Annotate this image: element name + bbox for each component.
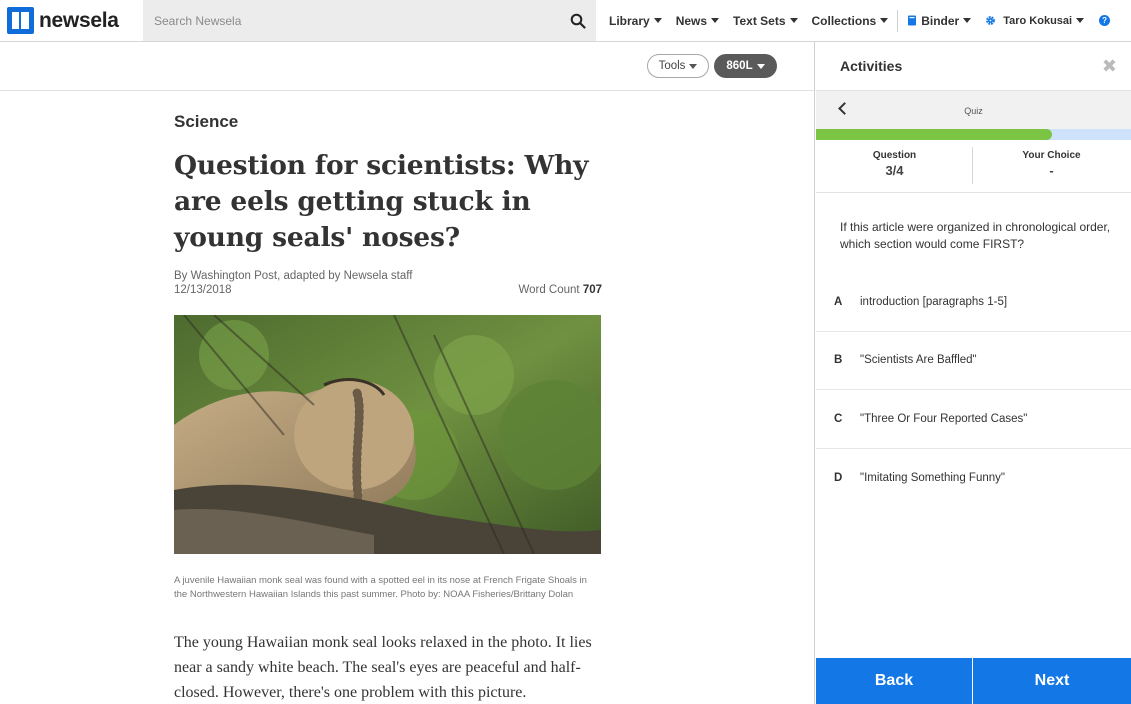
logo-text: newsela: [39, 8, 119, 32]
answer-text: introduction [paragraphs 1-5]: [860, 295, 1008, 308]
search-input[interactable]: [154, 13, 534, 28]
word-count-value: 707: [582, 284, 602, 296]
chevron-down-icon: [711, 18, 720, 23]
answer-text: "Scientists Are Baffled": [860, 354, 977, 367]
quiz-header: Quiz: [816, 91, 1131, 129]
top-navigation-bar: newsela Library News Text Sets Collectio…: [0, 0, 1131, 42]
nav-collections-label: Collections: [811, 13, 877, 28]
answer-text: "Three Or Four Reported Cases": [860, 412, 1028, 425]
nav-library[interactable]: Library: [602, 0, 669, 42]
newsela-logo[interactable]: newsela: [0, 0, 143, 42]
answer-option-d[interactable]: D "Imitating Something Funny": [816, 449, 1131, 508]
next-button[interactable]: Next: [973, 658, 1131, 704]
lexile-label: 860L: [726, 60, 753, 72]
word-count: Word Count 707: [518, 284, 602, 296]
binder-icon: [908, 15, 917, 26]
lexile-level-button[interactable]: 860L: [714, 54, 777, 78]
word-count-label: Word Count: [518, 284, 580, 296]
chevron-down-icon: [963, 18, 972, 23]
quiz-question: If this article were organized in chrono…: [840, 220, 1111, 251]
nav-text-sets[interactable]: Text Sets: [726, 0, 804, 42]
photo-caption: A juvenile Hawaiian monk seal was found …: [174, 575, 587, 600]
seal-photo-illustration: [174, 315, 601, 554]
answer-letter: C: [834, 412, 843, 425]
question-stat: Question 3/4: [816, 140, 973, 192]
nav-news[interactable]: News: [669, 0, 726, 42]
answer-list: A introduction [paragraphs 1-5] B "Scien…: [816, 273, 1131, 507]
question-stat-label: Question: [872, 150, 917, 161]
article-byline: By Washington Post, adapted by Newsela s…: [174, 270, 413, 282]
chevron-down-icon: [653, 18, 662, 23]
activities-title: Activities: [840, 58, 903, 74]
search-bar: [143, 0, 596, 41]
answer-letter: B: [834, 354, 843, 367]
nav-divider: [897, 9, 899, 32]
tools-label: Tools: [658, 60, 686, 72]
nav-binder[interactable]: Binder: [900, 0, 978, 42]
tools-button[interactable]: Tools: [647, 54, 709, 78]
nav-text-sets-label: Text Sets: [733, 13, 786, 28]
quiz-label: Quiz: [964, 106, 983, 116]
gear-icon: [986, 16, 996, 25]
activities-panel: Activities ✖ Quiz Question 3/4 Your Choi…: [816, 42, 1131, 704]
answer-text: "Imitating Something Funny": [860, 471, 1005, 484]
close-icon[interactable]: ✖: [1102, 56, 1117, 77]
article-photo[interactable]: [174, 315, 601, 554]
choice-stat: Your Choice -: [973, 140, 1130, 192]
article-body: The young Hawaiian monk seal looks relax…: [174, 634, 592, 701]
nav-library-label: Library: [609, 13, 650, 28]
newsela-logo-icon: [7, 7, 34, 34]
article-subject[interactable]: Science: [174, 112, 602, 132]
question-stat-value: 3/4: [885, 163, 904, 178]
answer-letter: A: [834, 295, 843, 308]
quiz-progress-fill: [816, 129, 1053, 140]
answer-letter: D: [834, 471, 843, 484]
main-nav: Library News Text Sets Collections Binde…: [596, 0, 1111, 42]
chevron-down-icon: [1076, 18, 1085, 23]
article-headline: Question for scientists: Why are eels ge…: [174, 150, 589, 253]
quiz-progress-bar: [816, 129, 1131, 140]
article-meta: 12/13/2018 Word Count 707: [174, 284, 602, 296]
article-toolbar: Tools 860L: [0, 42, 814, 91]
back-button[interactable]: Back: [816, 658, 972, 704]
chevron-down-icon: [880, 18, 889, 23]
nav-binder-label: Binder: [921, 13, 960, 28]
nav-user-menu[interactable]: Taro Kokusai: [978, 0, 1091, 42]
answer-option-b[interactable]: B "Scientists Are Baffled": [816, 332, 1131, 390]
help-icon[interactable]: ?: [1099, 15, 1111, 26]
choice-stat-label: Your Choice: [1022, 150, 1081, 161]
choice-stat-value: -: [1049, 163, 1054, 178]
article-date: 12/13/2018: [174, 284, 232, 296]
article-content: Science Question for scientists: Why are…: [174, 91, 602, 704]
search-icon[interactable]: [570, 13, 586, 29]
quiz-stats: Question 3/4 Your Choice -: [816, 140, 1131, 193]
answer-option-c[interactable]: C "Three Or Four Reported Cases": [816, 390, 1131, 449]
nav-news-label: News: [675, 13, 708, 28]
article-pane: Tools 860L Science Question for scientis…: [0, 42, 815, 704]
chevron-down-icon: [689, 63, 698, 69]
user-name: Taro Kokusai: [1003, 14, 1073, 27]
nav-collections[interactable]: Collections: [805, 0, 896, 42]
chevron-down-icon: [789, 18, 798, 23]
chevron-down-icon: [756, 63, 765, 69]
stats-divider: [972, 147, 973, 184]
answer-option-a[interactable]: A introduction [paragraphs 1-5]: [816, 273, 1131, 332]
activities-header: Activities ✖: [816, 42, 1131, 91]
quiz-navigation: Back Next: [816, 658, 1131, 704]
